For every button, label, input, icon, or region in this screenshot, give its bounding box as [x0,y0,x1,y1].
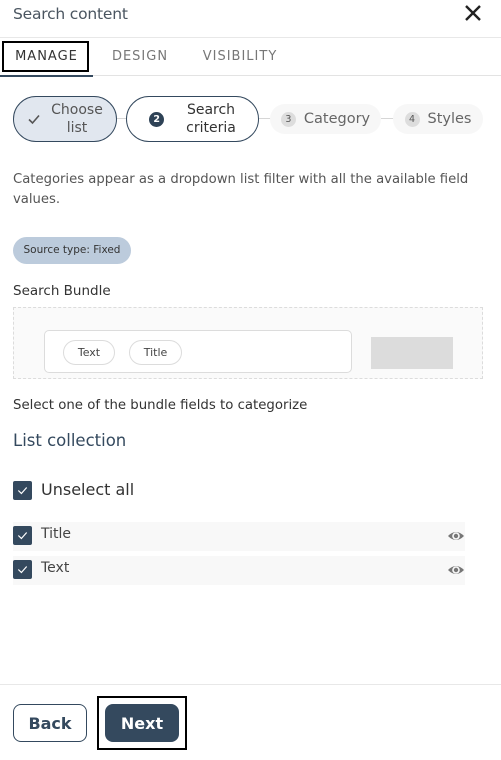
tab-bar: MANAGE DESIGN VISIBILITY [0,38,501,77]
search-bundle-dropzone: Text Title [13,307,483,379]
tab-manage[interactable]: MANAGE [0,38,93,77]
search-bundle-field[interactable]: Text Title [44,330,352,373]
field-label: Text [41,560,70,576]
step-search-criteria[interactable]: 2 Search criteria [126,96,259,142]
back-button[interactable]: Back [13,704,87,742]
wizard-stepper: Choose list 2 Search criteria 3 Category… [0,94,501,144]
tab-label: MANAGE [15,49,78,64]
step-number: 4 [404,111,420,127]
step-label: Choose list [51,102,103,136]
check-icon [28,114,40,125]
step-number: 2 [149,111,165,127]
search-bundle-label: Search Bundle [13,283,111,299]
close-button[interactable] [461,2,485,26]
step-label: Search criteria [186,102,236,136]
unselect-all-checkbox[interactable] [13,481,32,500]
tab-label: DESIGN [111,49,169,64]
field-checkbox-text[interactable] [13,560,32,579]
dialog-title: Search content [13,5,128,23]
active-tab-indicator [0,75,93,77]
field-label: Title [41,526,72,542]
close-icon [465,5,481,21]
step-styles[interactable]: 4 Styles [393,104,483,134]
tab-label: VISIBILITY [202,49,278,64]
check-icon [17,566,28,574]
dialog-header: Search content [0,0,501,38]
step-choose-list[interactable]: Choose list [13,96,117,142]
tab-design[interactable]: DESIGN [104,38,176,76]
list-item: Text [13,556,465,585]
eye-icon[interactable] [447,563,465,577]
eye-icon[interactable] [447,529,465,543]
source-type-badge: Source type: Fixed [13,237,131,264]
instruction-text: Select one of the bundle fields to categ… [13,398,308,413]
step-label: Category [303,111,371,127]
dialog-footer: Back Next [0,684,501,760]
bundle-placeholder-block [371,337,453,369]
check-icon [17,532,28,540]
field-checkbox-title[interactable] [13,526,32,545]
check-icon [17,487,28,495]
step-label: Styles [427,111,472,127]
list-item: Title [13,522,465,551]
step-category[interactable]: 3 Category [270,104,381,134]
unselect-all-label: Unselect all [41,480,135,499]
step-description: Categories appear as a dropdown list fil… [13,172,469,207]
tab-visibility[interactable]: VISIBILITY [196,38,284,76]
bundle-chip-title[interactable]: Title [129,340,182,365]
list-collection-title: List collection [13,431,127,450]
step-number: 3 [280,111,296,127]
bundle-chip-text[interactable]: Text [63,340,115,365]
next-button[interactable]: Next [105,704,179,742]
